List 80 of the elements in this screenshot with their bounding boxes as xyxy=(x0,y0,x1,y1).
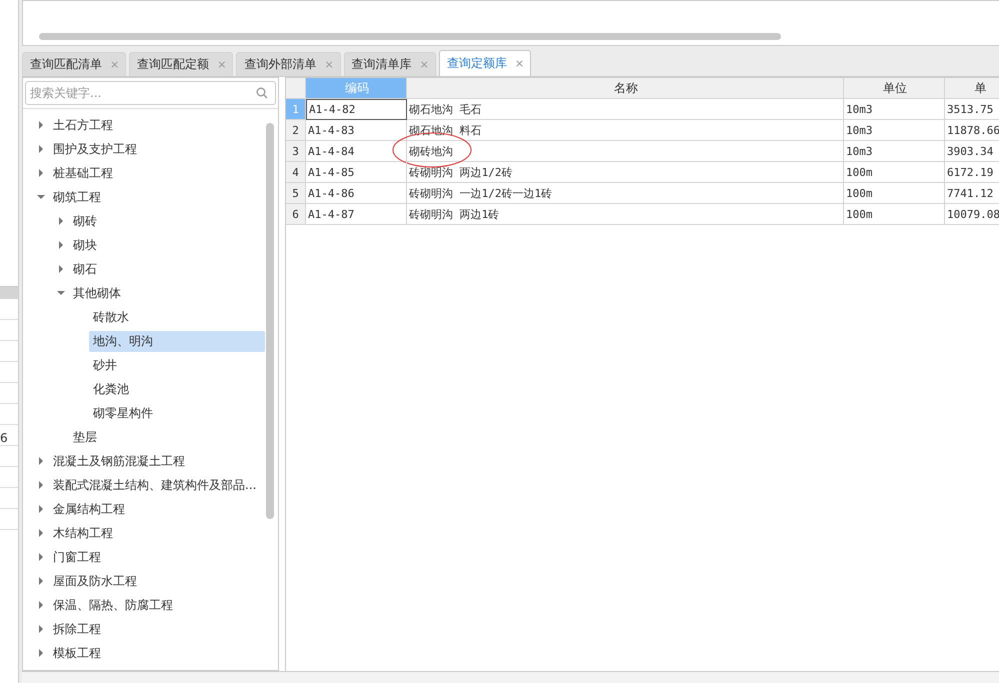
collapse-icon[interactable] xyxy=(37,193,45,201)
table-cell: 砖砌明沟 一边1/2砖一边1砖 xyxy=(407,183,844,204)
column-header[interactable]: 名称 xyxy=(407,78,844,99)
expand-icon[interactable] xyxy=(57,241,65,249)
table-cell: A1-4-84 xyxy=(306,141,407,162)
expand-icon[interactable] xyxy=(57,217,65,225)
tree-item[interactable]: 木结构工程 xyxy=(49,522,117,544)
table-cell: A1-4-86 xyxy=(306,183,407,204)
tree-item[interactable]: 模板工程 xyxy=(49,642,105,664)
row-number[interactable]: 3 xyxy=(286,141,306,162)
table-cell: A1-4-82 xyxy=(306,99,407,120)
collapse-icon[interactable] xyxy=(57,289,65,297)
tree-item[interactable]: 砌块 xyxy=(69,234,101,256)
table-cell: 3513.75 xyxy=(945,99,999,120)
tree-item[interactable]: 金属结构工程 xyxy=(49,498,129,520)
expand-icon[interactable] xyxy=(37,577,45,585)
table-cell: 6172.19 xyxy=(945,162,999,183)
tree-item[interactable]: 地沟、明沟 xyxy=(89,330,265,352)
table-cell: 砌石地沟 毛石 xyxy=(407,99,844,120)
row-number[interactable]: 6 xyxy=(286,204,306,225)
tree-item[interactable]: 桩基础工程 xyxy=(49,162,117,184)
tab[interactable]: 查询定额库 × xyxy=(438,50,532,76)
expand-icon[interactable] xyxy=(37,529,45,537)
tree-item[interactable]: 混凝土及钢筋混凝土工程 xyxy=(49,450,189,472)
tree-item[interactable]: 门窗工程 xyxy=(49,546,105,568)
table-cell: 10079.08 xyxy=(945,204,999,225)
tree-item[interactable]: 砌筑工程 xyxy=(49,186,105,208)
tab[interactable]: 查询匹配清单 × xyxy=(22,52,126,76)
tree-item[interactable]: 其他砌体 xyxy=(69,282,125,304)
search-field[interactable]: 搜索关键字... xyxy=(25,81,276,105)
expand-icon[interactable] xyxy=(37,457,45,465)
table-cell: 10m3 xyxy=(844,120,945,141)
tree-item[interactable]: 砖散水 xyxy=(89,306,133,328)
expand-icon[interactable] xyxy=(37,625,45,633)
tree-item[interactable]: 保温、隔热、防腐工程 xyxy=(49,594,177,616)
expand-icon[interactable] xyxy=(37,121,45,129)
table-cell: 11878.66 xyxy=(945,120,999,141)
tree-item[interactable]: 垫层 xyxy=(69,426,101,448)
column-header[interactable]: 单位 xyxy=(844,78,945,99)
table-cell: A1-4-87 xyxy=(306,204,407,225)
expand-icon[interactable] xyxy=(37,169,45,177)
expand-icon[interactable] xyxy=(37,601,45,609)
tab[interactable]: 查询匹配定额 × xyxy=(129,52,234,76)
table-cell: 砌石地沟 料石 xyxy=(407,120,844,141)
table-cell: 砖砌明沟 两边1/2砖 xyxy=(407,162,844,183)
table-cell: 100m xyxy=(844,204,945,225)
tree-item[interactable]: 装配式混凝土结构、建筑构件及部品... xyxy=(49,474,260,496)
table-cell: A1-4-83 xyxy=(306,120,407,141)
expand-icon[interactable] xyxy=(57,265,65,273)
column-header[interactable]: 单 xyxy=(945,78,999,99)
table-cell: 100m xyxy=(844,183,945,204)
tree-item[interactable]: 屋面及防水工程 xyxy=(49,570,141,592)
tab[interactable]: 查询外部清单 × xyxy=(236,52,341,76)
tab[interactable]: 查询清单库 × xyxy=(344,52,436,76)
expand-icon[interactable] xyxy=(37,145,45,153)
expand-icon[interactable] xyxy=(37,505,45,513)
tree-item[interactable]: 砌零星构件 xyxy=(89,402,157,424)
tree-item[interactable]: 砂井 xyxy=(89,354,121,376)
table-cell: 10m3 xyxy=(844,99,945,120)
tree-item[interactable]: 化粪池 xyxy=(89,378,133,400)
tree-item[interactable]: 砌砖 xyxy=(69,210,101,232)
tree-item[interactable]: 拆除工程 xyxy=(49,618,105,640)
expand-icon[interactable] xyxy=(37,649,45,657)
table-cell: 7741.12 xyxy=(945,183,999,204)
tree-item[interactable]: 砌石 xyxy=(69,258,101,280)
tree-item[interactable]: 围护及支护工程 xyxy=(49,138,141,160)
table-cell: 6 xyxy=(0,431,8,445)
table-cell: 10m3 xyxy=(844,141,945,162)
tree-item[interactable]: 土石方工程 xyxy=(49,114,117,136)
row-number[interactable]: 2 xyxy=(286,120,306,141)
table-cell: 砖砌明沟 两边1砖 xyxy=(407,204,844,225)
table-cell: 砌砖地沟 xyxy=(407,141,844,162)
row-number[interactable]: 4 xyxy=(286,162,306,183)
expand-icon[interactable] xyxy=(37,481,45,489)
expand-icon[interactable] xyxy=(37,553,45,561)
table-cell: A1-4-85 xyxy=(306,162,407,183)
table-cell: 3903.34 xyxy=(945,141,999,162)
search-icon[interactable] xyxy=(256,87,268,99)
table-cell: 100m xyxy=(844,162,945,183)
row-number[interactable]: 5 xyxy=(286,183,306,204)
